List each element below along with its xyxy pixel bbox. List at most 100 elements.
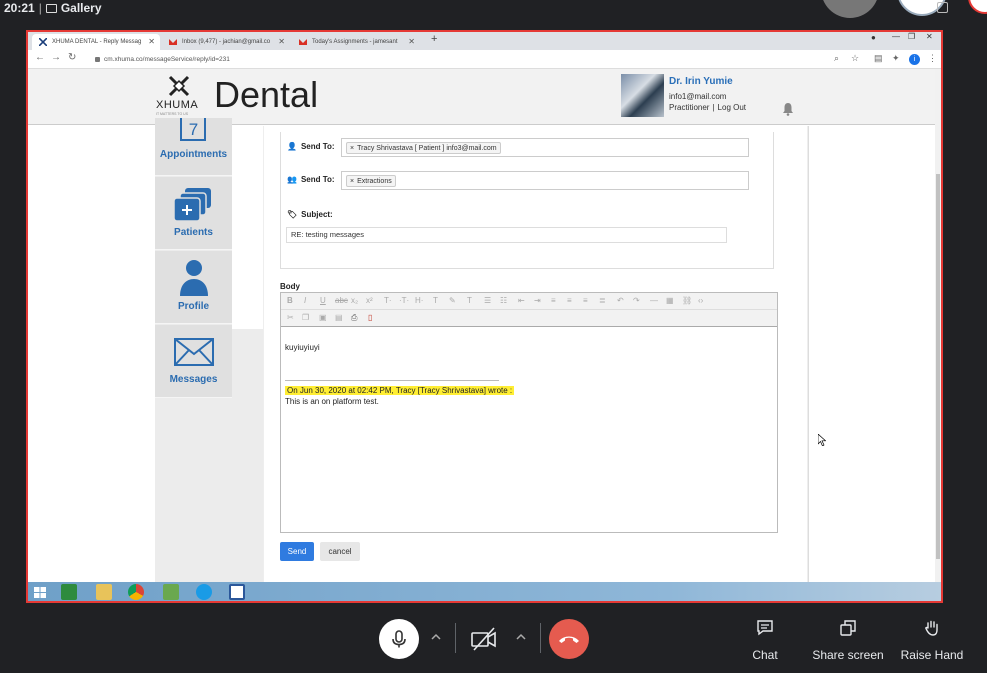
popout-icon[interactable] [937, 2, 948, 13]
tab-search-icon[interactable]: ● [871, 33, 876, 42]
profile-avatar[interactable]: i [909, 54, 920, 65]
indent-icon[interactable]: ⇥ [534, 296, 541, 305]
raise-hand-label: Raise Hand [900, 648, 964, 662]
code-icon[interactable]: ‹› [698, 296, 703, 305]
sidebar-item-label: Messages [169, 374, 218, 385]
remove-tag-icon[interactable]: × [350, 145, 354, 152]
camera-options-chevron-icon[interactable] [514, 630, 528, 644]
camera-off-icon[interactable] [469, 626, 499, 652]
new-tab-icon[interactable]: + [431, 33, 437, 45]
browser-tab[interactable]: Today's Assignments - jamesant ✕ [292, 34, 420, 50]
minimize-icon[interactable]: — [892, 32, 900, 41]
scroll-thumb[interactable] [936, 174, 940, 559]
browser-tab-active[interactable]: XHUMA DENTAL - Reply Messag ✕ [32, 34, 160, 50]
mic-options-chevron-icon[interactable] [429, 630, 443, 644]
browser-tab[interactable]: Inbox (9,477) - jachian@gmail.co ✕ [162, 34, 290, 50]
gallery-view-label[interactable]: Gallery [61, 1, 102, 15]
windows-start-icon[interactable] [32, 584, 48, 600]
italic-icon[interactable]: I [304, 296, 306, 305]
sidebar-item-messages[interactable]: Messages [155, 325, 232, 398]
microphone-button[interactable] [379, 619, 419, 659]
subscript-icon[interactable]: x₂ [351, 296, 358, 305]
send-to-person-field[interactable]: × Tracy Shrivastava [ Patient ] info3@mai… [341, 138, 749, 157]
clear-format-icon[interactable]: T [467, 296, 472, 305]
align-right-icon[interactable]: ≡ [583, 296, 588, 305]
remove-tag-icon[interactable]: × [350, 178, 354, 185]
restore-icon[interactable]: ❐ [908, 32, 915, 41]
meeting-top-bar: 20:21 | Gallery [0, 0, 987, 30]
store-app-icon[interactable] [61, 584, 77, 600]
forward-icon[interactable]: → [51, 52, 61, 63]
print-icon[interactable]: ⎙ [351, 313, 357, 323]
raise-hand-button[interactable]: Raise Hand [898, 619, 966, 662]
send-to-group-field[interactable]: × Extractions [341, 171, 749, 190]
file-explorer-icon[interactable] [96, 584, 112, 600]
bell-icon[interactable] [781, 102, 795, 116]
gallery-icon[interactable] [45, 4, 57, 13]
hang-up-icon [559, 636, 579, 643]
sidebar-item-appointments[interactable]: 7 Appointments [155, 118, 232, 176]
font-icon[interactable]: T· [384, 296, 392, 305]
align-left-icon[interactable]: ≡ [551, 296, 556, 305]
redo-icon[interactable]: ↷ [633, 296, 640, 305]
highlight-icon[interactable]: ✎ [449, 296, 456, 305]
logo-brand[interactable]: XHUMA [156, 99, 198, 111]
recipient-tag[interactable]: × Tracy Shrivastava [ Patient ] info3@mai… [346, 142, 501, 154]
underline-icon[interactable]: U [320, 296, 326, 305]
bullet-list-icon[interactable]: ☰ [484, 296, 491, 305]
word-app-icon[interactable] [229, 584, 245, 600]
close-tab-icon[interactable]: ✕ [148, 34, 155, 50]
subject-input[interactable]: RE: testing messages [286, 227, 727, 243]
sidebar-item-patients[interactable]: Patients [155, 177, 232, 250]
product-name[interactable]: Dental [214, 74, 318, 116]
subject-label-text: Subject: [301, 210, 333, 219]
paste-icon[interactable]: ▣ [319, 313, 327, 322]
numbered-list-icon[interactable]: ☷ [500, 296, 507, 305]
participant-avatar[interactable] [821, 0, 879, 18]
notepad-app-icon[interactable] [163, 584, 179, 600]
close-window-icon[interactable]: ✕ [926, 32, 933, 41]
table-icon[interactable]: ▦ [666, 296, 674, 305]
copy-icon[interactable]: ❐ [302, 313, 309, 322]
justify-icon[interactable]: ≣ [599, 296, 606, 305]
outdent-icon[interactable]: ⇤ [518, 296, 525, 305]
share-screen-button[interactable]: Share screen [810, 619, 886, 662]
close-tab-icon[interactable]: ✕ [408, 34, 415, 50]
text-color-icon[interactable]: T [433, 296, 438, 305]
send-button[interactable]: Send [280, 542, 314, 561]
chat-button[interactable]: Chat [742, 619, 788, 662]
sidebar-item-profile[interactable]: Profile [155, 251, 232, 324]
preview-icon[interactable]: ▯ [368, 313, 372, 322]
menu-kebab-icon[interactable]: ⋮ [928, 53, 937, 64]
back-icon[interactable]: ← [35, 52, 45, 63]
puzzle-icon[interactable]: ✦ [892, 53, 900, 64]
zoom-icon[interactable]: ⌕ [834, 53, 839, 64]
reload-icon[interactable]: ↻ [68, 52, 76, 63]
page-scrollbar[interactable] [935, 69, 941, 583]
extension-icon[interactable]: ▤ [874, 53, 883, 64]
participant-avatar-2[interactable] [968, 0, 987, 14]
folders-icon [173, 188, 211, 222]
hr-icon[interactable]: ― [650, 296, 658, 305]
logout-link[interactable]: Log Out [718, 103, 746, 112]
superscript-icon[interactable]: x² [366, 296, 373, 305]
bold-icon[interactable]: B [287, 296, 293, 305]
link-icon[interactable]: ⛓ [682, 296, 692, 305]
paste-text-icon[interactable]: ▤ [335, 313, 343, 322]
align-center-icon[interactable]: ≡ [567, 296, 572, 305]
close-tab-icon[interactable]: ✕ [278, 34, 285, 50]
address-bar[interactable]: cm.xhuma.co/messageService/reply/id=231 [92, 52, 852, 67]
heading-icon[interactable]: H· [415, 296, 423, 305]
group-tag[interactable]: × Extractions [346, 175, 396, 187]
undo-icon[interactable]: ↶ [617, 296, 624, 305]
strikethrough-icon[interactable]: abc [335, 296, 348, 305]
cancel-button[interactable]: cancel [320, 542, 360, 561]
end-call-button[interactable] [549, 619, 589, 659]
editor-body[interactable]: kuyiuyiuyi On Jun 30, 2020 at 02:42 PM, … [281, 328, 777, 532]
cut-icon[interactable]: ✂ [287, 313, 294, 322]
bookmark-star-icon[interactable]: ☆ [851, 53, 859, 64]
skype-icon[interactable] [196, 584, 212, 600]
font-size-icon[interactable]: ·T· [399, 296, 409, 305]
browser-toolbar: ← → ↻ cm.xhuma.co/messageService/reply/i… [28, 50, 941, 69]
chrome-icon[interactable] [128, 584, 144, 600]
